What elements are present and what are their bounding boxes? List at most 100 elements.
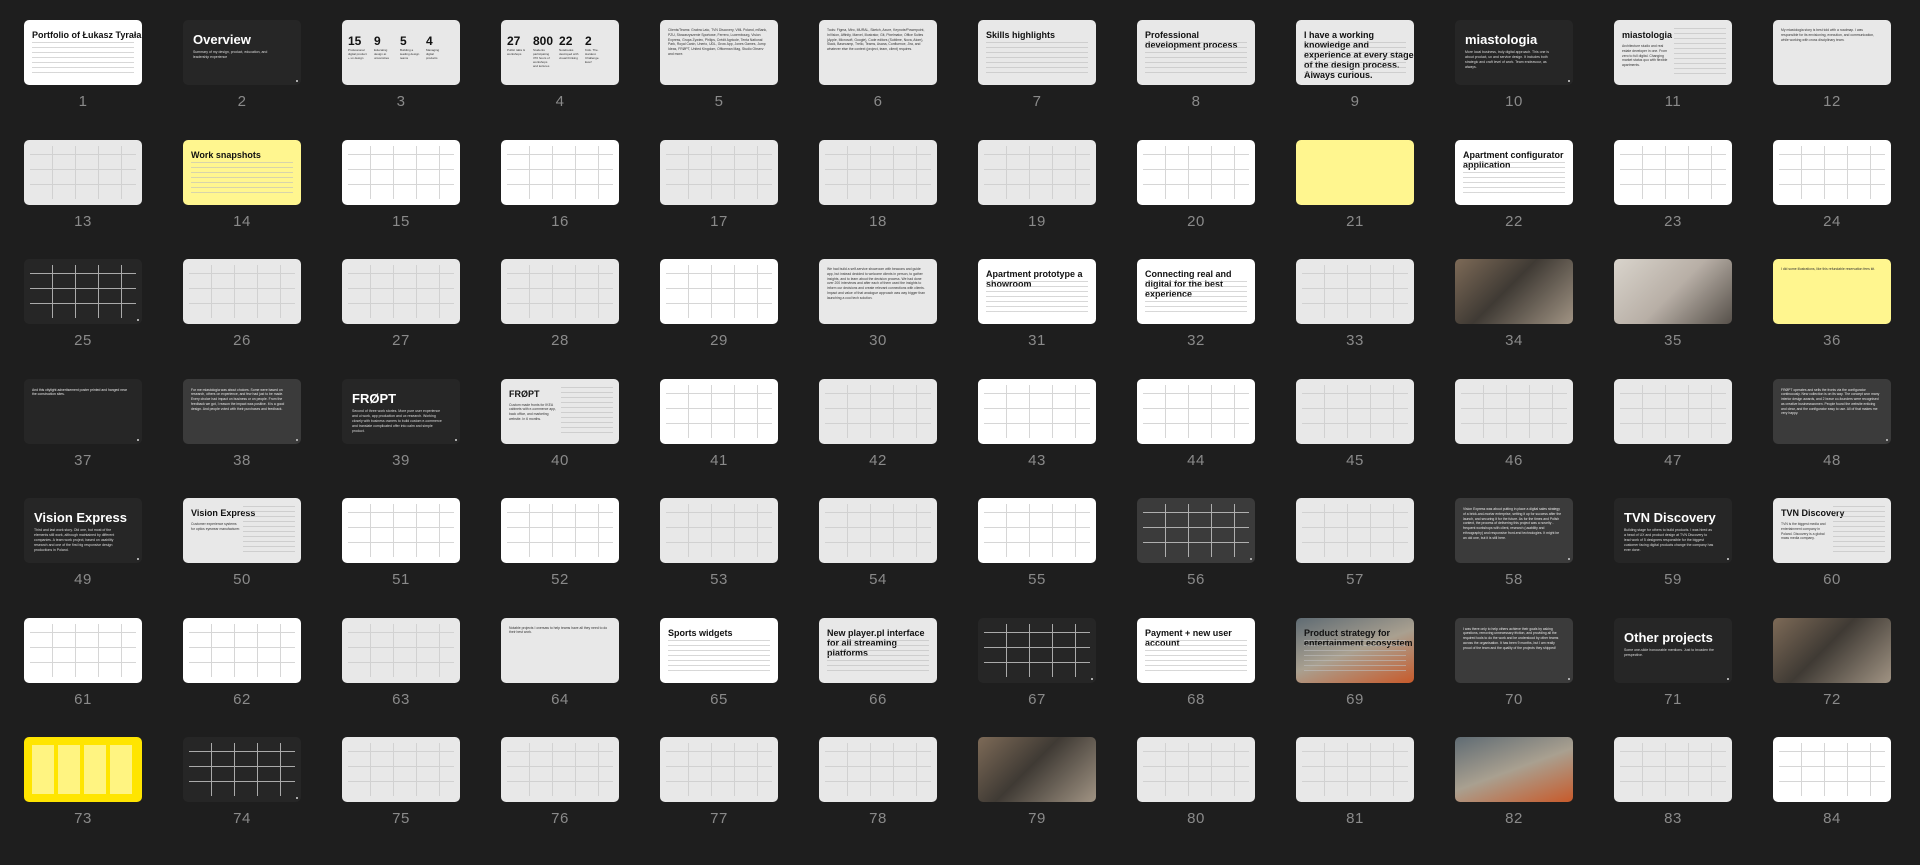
slide-thumbnail[interactable]: 15 Professional digital product + ux desi… — [342, 20, 460, 85]
slide-thumbnail[interactable] — [660, 139, 778, 205]
slide-thumbnail[interactable] — [1296, 737, 1414, 802]
slide-thumbnail[interactable] — [660, 498, 778, 563]
slide-thumbnail[interactable]: Vision Express was about putting in plac… — [1455, 498, 1573, 563]
slide-thumbnail[interactable] — [24, 737, 142, 802]
slide-thumbnail[interactable] — [819, 378, 937, 444]
slide-thumbnail[interactable]: Sports widgets — [660, 617, 778, 683]
slide-thumbnail[interactable] — [24, 617, 142, 683]
slide-thumbnail[interactable] — [183, 617, 301, 683]
slide-cell: 23 — [1614, 139, 1773, 260]
slide-thumbnail[interactable]: And this citylight advertisement poster … — [24, 378, 142, 444]
slide-number: 4 — [555, 93, 565, 110]
slide-cell: 46 — [1455, 378, 1614, 499]
slide-thumbnail[interactable] — [24, 259, 142, 324]
slide-thumbnail[interactable] — [1773, 617, 1891, 683]
slide-thumbnail[interactable]: Notable projects I oversaw to help teams… — [501, 617, 619, 683]
slide-thumbnail[interactable] — [819, 139, 937, 205]
slide-thumbnail[interactable] — [1137, 139, 1255, 205]
slide-text: Tools: Figma, Miro, MURAL, Sketch, Axure… — [827, 28, 925, 52]
slide-thumbnail[interactable] — [1296, 139, 1414, 205]
slide-thumbnail[interactable]: Other projects Some one-slide honourable … — [1614, 617, 1732, 683]
slide-thumbnail[interactable] — [660, 737, 778, 802]
slide-thumbnail[interactable]: Work snapshots — [183, 139, 301, 205]
slide-thumbnail[interactable]: Vision Express Third and last work story.… — [24, 498, 142, 563]
slide-number: 72 — [1823, 690, 1841, 708]
slide-thumbnail[interactable]: FRØPT Second of three work stories. More … — [342, 378, 460, 444]
slide-thumbnail[interactable]: Connecting real and digital for the best… — [1137, 259, 1255, 324]
slide-thumbnail[interactable]: Product strategy for entertainment ecosy… — [1296, 617, 1414, 683]
slide-thumbnail[interactable] — [501, 737, 619, 802]
slide-thumbnail[interactable]: Apartment prototype a showroom — [978, 259, 1096, 324]
slide-thumbnail[interactable] — [501, 139, 619, 205]
slide-thumbnail[interactable]: Apartment configurator application — [1455, 139, 1573, 205]
slide-thumbnail[interactable] — [501, 498, 619, 563]
slide-text: Vision Express was about putting in plac… — [1463, 507, 1562, 540]
slide-thumbnail[interactable] — [819, 498, 937, 563]
slide-thumbnail[interactable] — [342, 617, 460, 683]
slide-thumbnail[interactable] — [978, 617, 1096, 683]
slide-thumbnail[interactable] — [1137, 737, 1255, 802]
slide-cell: FRØPT operates and sells the fronts via … — [1773, 378, 1920, 499]
slide-thumbnail[interactable]: FRØPT Custom made fronts for IKEA cabinet… — [501, 378, 619, 444]
slide-thumbnail[interactable]: Overview Summary of my design, product, e… — [183, 20, 301, 85]
slide-number: 14 — [233, 212, 251, 230]
slide-thumbnail[interactable]: For me miastologia was about choices. So… — [183, 378, 301, 444]
slide-text: Customer experience systems for optics e… — [191, 522, 241, 531]
slide-thumbnail[interactable]: I have a working knowledge and experienc… — [1296, 20, 1414, 85]
slide-thumbnail[interactable]: I did some illustrations, like this refu… — [1773, 259, 1891, 324]
slide-cell: 17 — [660, 139, 819, 260]
slide-thumbnail[interactable] — [660, 378, 778, 444]
slide-thumbnail[interactable] — [1296, 378, 1414, 444]
slide-thumbnail[interactable]: miastologia Architecture studio and real … — [1614, 20, 1732, 85]
slide-thumbnail[interactable]: TVN Discovery Building stage for others t… — [1614, 498, 1732, 563]
slide-thumbnail[interactable] — [24, 139, 142, 205]
slide-thumbnail[interactable]: We had build a self-service showroom wit… — [819, 259, 937, 324]
slide-thumbnail[interactable]: My miastologia story is best told with a… — [1773, 20, 1891, 85]
slide-thumbnail[interactable] — [501, 259, 619, 324]
slide-cell: Portfolio of Łukasz Tyrała 1 — [24, 20, 183, 140]
slide-number: 71 — [1664, 690, 1682, 708]
slide-thumbnail[interactable] — [1455, 378, 1573, 444]
slide-thumbnail[interactable] — [1137, 378, 1255, 444]
slide-thumbnail[interactable] — [342, 259, 460, 324]
slide-thumbnail[interactable]: Clients/Teams: Grabra Lato, TVN Discover… — [660, 20, 778, 85]
slide-thumbnail[interactable] — [1455, 259, 1573, 324]
slide-thumbnail[interactable] — [1614, 259, 1732, 324]
slide-number: 75 — [392, 810, 410, 827]
slide-thumbnail[interactable] — [1614, 139, 1732, 205]
slide-thumbnail[interactable] — [342, 139, 460, 205]
slide-number-marker — [137, 558, 139, 560]
text-lines — [1145, 42, 1247, 75]
slide-thumbnail[interactable]: miastologia More local business, truly di… — [1455, 20, 1573, 85]
slide-thumbnail[interactable] — [1614, 737, 1732, 802]
slide-thumbnail[interactable]: 27 Public talks & workshops 800 Students pa… — [501, 20, 619, 85]
slide-cell: 61 — [24, 617, 183, 738]
slide-thumbnail[interactable]: FRØPT operates and sells the fronts via … — [1773, 378, 1891, 444]
slide-thumbnail[interactable] — [978, 498, 1096, 563]
slide-thumbnail[interactable]: Professional development process — [1137, 20, 1255, 85]
slide-thumbnail[interactable]: Portfolio of Łukasz Tyrała — [24, 20, 142, 85]
slide-thumbnail[interactable] — [1296, 498, 1414, 563]
slide-thumbnail[interactable] — [1296, 259, 1414, 324]
slide-thumbnail[interactable] — [1455, 737, 1573, 802]
slide-thumbnail[interactable] — [1137, 498, 1255, 563]
slide-thumbnail[interactable] — [978, 378, 1096, 444]
slide-thumbnail[interactable]: Tools: Figma, Miro, MURAL, Sketch, Axure… — [819, 20, 937, 85]
slide-thumbnail[interactable]: Payment + new user account — [1137, 617, 1255, 683]
slide-thumbnail[interactable] — [978, 737, 1096, 802]
slide-thumbnail[interactable]: Skills highlights — [978, 20, 1096, 85]
slide-thumbnail[interactable] — [183, 259, 301, 324]
slide-thumbnail[interactable]: I was there only to help others achieve … — [1455, 617, 1573, 683]
slide-thumbnail[interactable]: TVN Discovery TVN is the biggest media an… — [1773, 498, 1891, 563]
slide-thumbnail[interactable] — [819, 737, 937, 802]
slide-thumbnail[interactable]: New player.pl interface for all streamin… — [819, 617, 937, 683]
slide-thumbnail[interactable] — [1773, 737, 1891, 802]
slide-thumbnail[interactable] — [342, 737, 460, 802]
slide-thumbnail[interactable] — [660, 259, 778, 324]
slide-thumbnail[interactable] — [978, 139, 1096, 205]
slide-thumbnail[interactable]: Vision Express Customer experience system… — [183, 498, 301, 563]
slide-thumbnail[interactable] — [1773, 139, 1891, 205]
slide-thumbnail[interactable] — [342, 498, 460, 563]
slide-thumbnail[interactable] — [183, 737, 301, 802]
slide-thumbnail[interactable] — [1614, 378, 1732, 444]
